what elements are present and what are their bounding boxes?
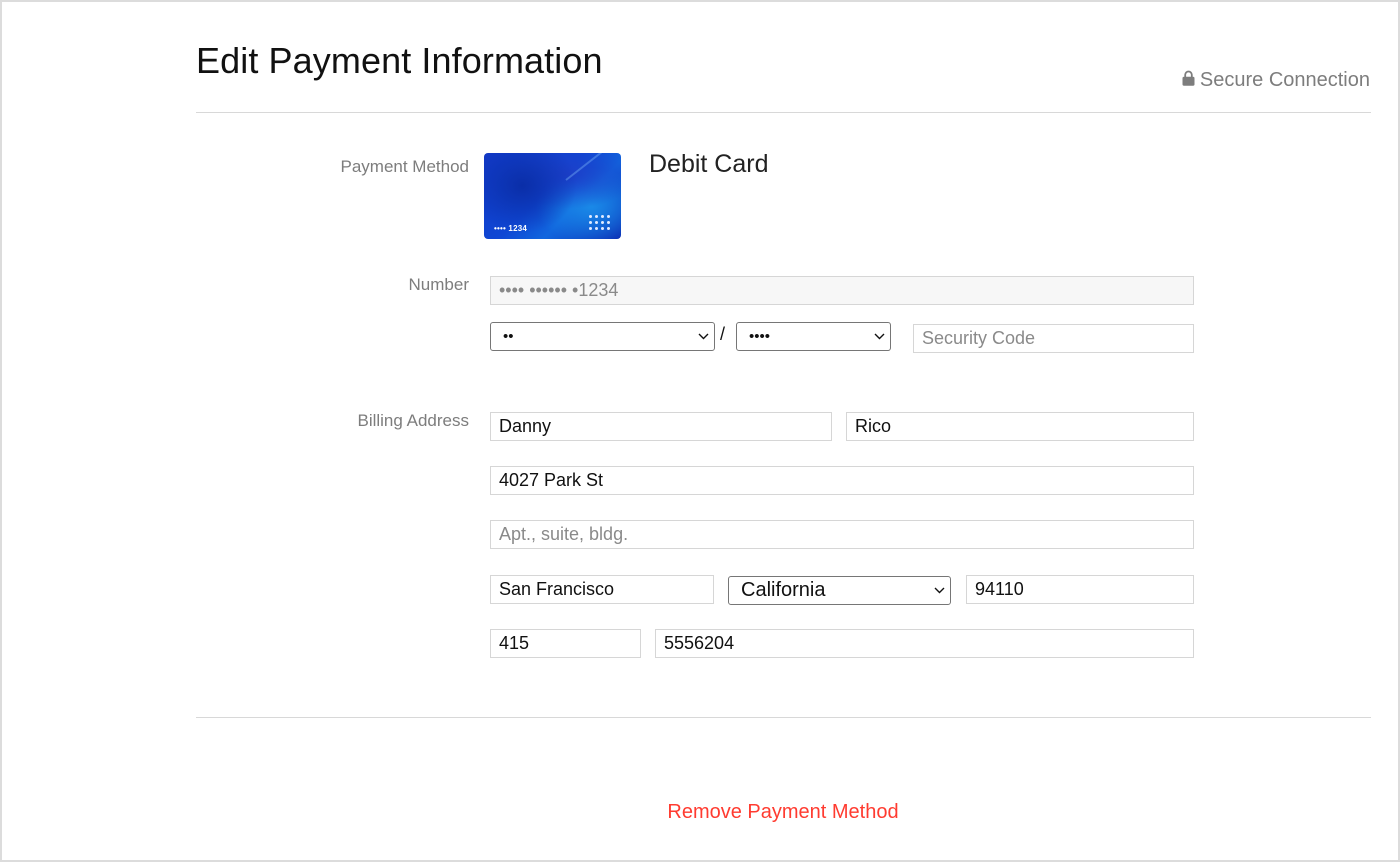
lock-icon (1182, 69, 1195, 92)
card-dots-icon (589, 215, 610, 230)
street-address-field[interactable] (490, 466, 1194, 495)
state-value: California (741, 579, 826, 601)
header-divider (196, 112, 1371, 113)
chevron-down-icon (692, 323, 714, 350)
chevron-down-icon (868, 323, 890, 350)
apt-suite-field[interactable] (490, 520, 1194, 549)
card-type: Debit Card (649, 150, 769, 178)
city-field[interactable] (490, 575, 714, 604)
expiry-year-value: •••• (749, 328, 771, 345)
expiry-year-select[interactable]: •••• (736, 322, 891, 351)
secure-connection-label: Secure Connection (1199, 69, 1370, 91)
billing-address-label: Billing Address (357, 411, 469, 430)
footer-divider (196, 717, 1371, 718)
card-image: •••• 1234 (484, 153, 621, 239)
expiry-separator: / (720, 324, 726, 344)
chevron-down-icon (928, 577, 950, 604)
secure-connection: Secure Connection (1182, 69, 1370, 92)
phone-number-field[interactable] (655, 629, 1194, 658)
state-select[interactable]: California (728, 576, 951, 605)
expiry-month-select[interactable]: •• (490, 322, 715, 351)
number-label: Number (408, 275, 469, 294)
security-code-field[interactable] (913, 324, 1194, 353)
page-title: Edit Payment Information (196, 40, 603, 81)
expiry-month-value: •• (503, 328, 514, 345)
zip-code-field[interactable] (966, 575, 1194, 604)
area-code-field[interactable] (490, 629, 641, 658)
card-last4: •••• 1234 (494, 224, 528, 233)
remove-payment-method-link[interactable]: Remove Payment Method (0, 801, 1400, 824)
first-name-field[interactable] (490, 412, 832, 441)
last-name-field[interactable] (846, 412, 1194, 441)
payment-method-label: Payment Method (340, 157, 469, 176)
card-number-field (490, 276, 1194, 305)
